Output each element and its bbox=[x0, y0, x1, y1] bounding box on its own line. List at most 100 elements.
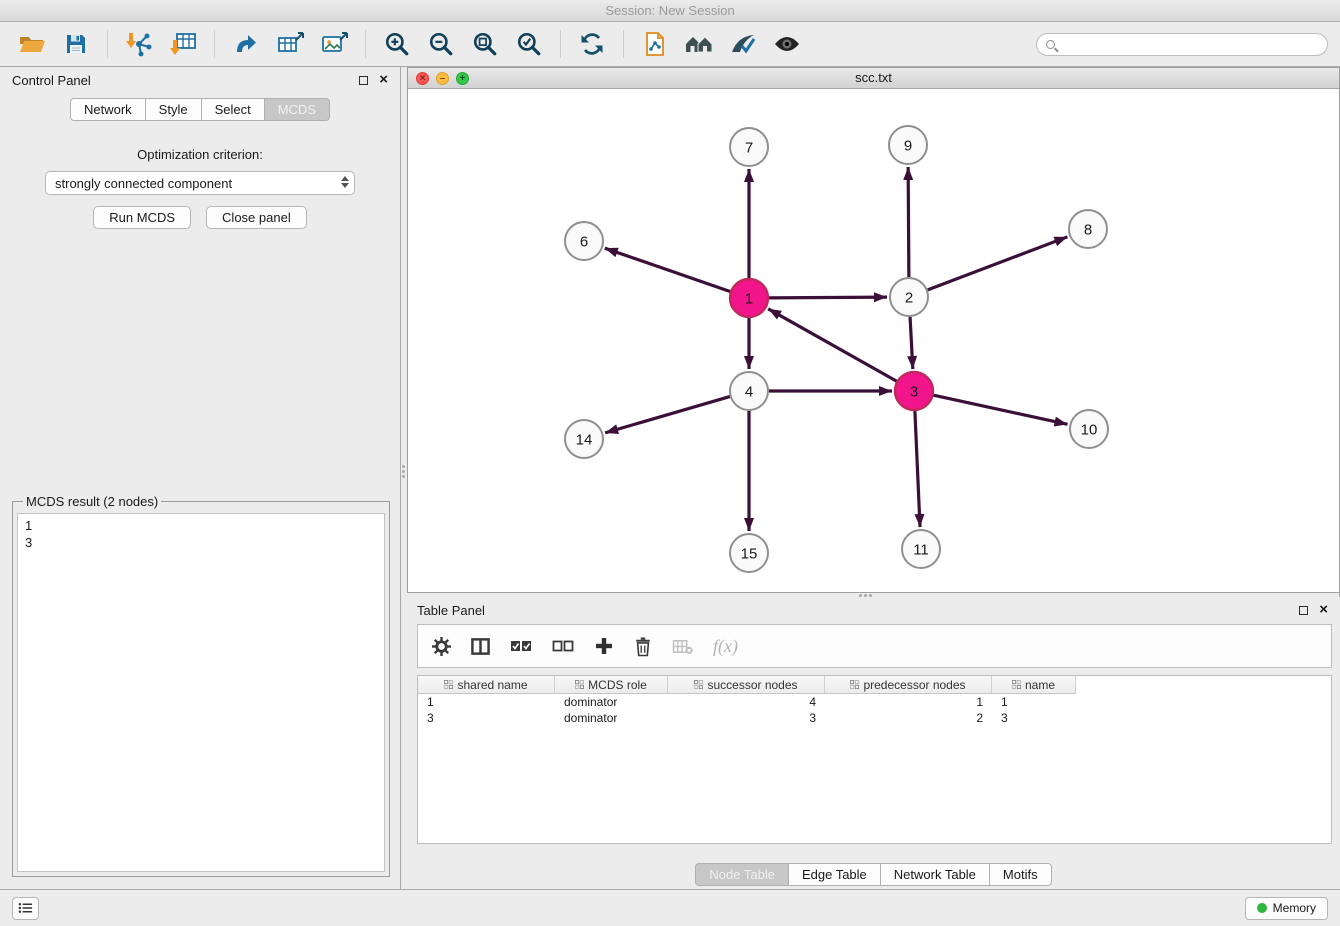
column-header-label: successor nodes bbox=[707, 678, 797, 692]
show-hide-button[interactable] bbox=[767, 26, 807, 62]
optimization-criterion-value: strongly connected component bbox=[55, 176, 232, 191]
svg-text:8: 8 bbox=[1084, 221, 1092, 238]
table-tab-edge-table[interactable]: Edge Table bbox=[789, 863, 881, 886]
graph-node-7[interactable]: 7 bbox=[730, 128, 768, 166]
open-folder-icon bbox=[18, 32, 46, 56]
minimize-window-button[interactable]: – bbox=[436, 72, 449, 85]
control-panel-tabs: NetworkStyleSelectMCDS bbox=[0, 98, 400, 121]
unselect-all-columns-button[interactable] bbox=[552, 639, 574, 653]
graph-node-2[interactable]: 2 bbox=[890, 278, 928, 316]
table-tab-node-table[interactable]: Node Table bbox=[695, 863, 789, 886]
zoom-selected-button[interactable] bbox=[509, 26, 549, 62]
import-network-button[interactable] bbox=[119, 26, 159, 62]
export-table-button[interactable] bbox=[270, 26, 310, 62]
column-attribute-icon bbox=[575, 680, 584, 689]
gear-icon bbox=[432, 637, 451, 656]
optimization-criterion-select[interactable]: strongly connected component bbox=[45, 171, 355, 195]
table-settings-button[interactable] bbox=[432, 637, 451, 656]
table-row[interactable]: 3dominator323 bbox=[418, 710, 1331, 726]
graph-edge-4-14[interactable] bbox=[605, 397, 730, 433]
network-window-title: scc.txt bbox=[855, 70, 892, 85]
import-table-icon bbox=[169, 31, 197, 57]
column-header-predecessor-nodes[interactable]: predecessor nodes bbox=[825, 676, 992, 694]
svg-text:9: 9 bbox=[904, 137, 912, 154]
graph-node-6[interactable]: 6 bbox=[565, 222, 603, 260]
graph-edge-3-10[interactable] bbox=[934, 395, 1068, 424]
graph-edge-3-11[interactable] bbox=[915, 411, 920, 527]
mcds-result-list[interactable]: 13 bbox=[17, 513, 385, 872]
delete-column-button[interactable] bbox=[672, 638, 693, 655]
graph-node-3[interactable]: 3 bbox=[895, 372, 933, 410]
search-box[interactable] bbox=[1036, 33, 1328, 56]
open-session-button[interactable] bbox=[12, 26, 52, 62]
column-header-name[interactable]: name bbox=[992, 676, 1076, 694]
table-header-row: shared nameMCDS role successor nodes prede… bbox=[418, 676, 1331, 694]
table-row[interactable]: 1dominator411 bbox=[418, 694, 1331, 710]
function-builder-button[interactable]: f(x) bbox=[713, 636, 738, 657]
close-panel-icon[interactable]: × bbox=[379, 75, 388, 85]
delete-rows-button[interactable] bbox=[634, 636, 652, 657]
column-attribute-icon bbox=[1012, 680, 1021, 689]
run-mcds-button[interactable]: Run MCDS bbox=[93, 206, 191, 229]
column-header-shared-name[interactable]: shared name bbox=[418, 676, 555, 694]
toolbar-separator bbox=[365, 30, 366, 58]
create-column-button[interactable] bbox=[594, 636, 614, 656]
close-panel-button[interactable]: Close panel bbox=[206, 206, 307, 229]
graph-edge-2-3[interactable] bbox=[910, 317, 913, 369]
control-tab-network[interactable]: Network bbox=[70, 98, 146, 121]
node-table: shared nameMCDS role successor nodes prede… bbox=[417, 675, 1332, 844]
close-panel-icon[interactable]: × bbox=[1319, 605, 1328, 615]
graph-node-8[interactable]: 8 bbox=[1069, 210, 1107, 248]
export-network-button[interactable] bbox=[226, 26, 266, 62]
graph-edge-1-6[interactable] bbox=[605, 248, 730, 291]
export-image-button[interactable] bbox=[314, 26, 354, 62]
float-panel-icon[interactable] bbox=[359, 76, 368, 85]
control-tab-style[interactable]: Style bbox=[146, 98, 202, 121]
network-from-document-button[interactable] bbox=[635, 26, 675, 62]
column-attribute-icon bbox=[850, 680, 859, 689]
network-canvas[interactable]: 7 9 6 8 1 2 4 3 14 10 15 11 bbox=[408, 89, 1339, 592]
select-all-columns-button[interactable] bbox=[510, 639, 532, 653]
home-button[interactable] bbox=[679, 26, 719, 62]
zoom-window-button[interactable]: + bbox=[456, 72, 469, 85]
zoom-fit-button[interactable] bbox=[465, 26, 505, 62]
refresh-button[interactable] bbox=[572, 26, 612, 62]
close-window-button[interactable]: × bbox=[416, 72, 429, 85]
graph-node-10[interactable]: 10 bbox=[1070, 410, 1108, 448]
column-header-successor-nodes[interactable]: successor nodes bbox=[668, 676, 825, 694]
save-session-button[interactable] bbox=[56, 26, 96, 62]
show-columns-button[interactable] bbox=[471, 637, 490, 656]
zoom-in-button[interactable] bbox=[377, 26, 417, 62]
dropdown-arrows-icon bbox=[341, 176, 349, 188]
control-tab-select[interactable]: Select bbox=[202, 98, 265, 121]
table-tab-network-table[interactable]: Network Table bbox=[881, 863, 990, 886]
fx-icon: f(x) bbox=[713, 636, 738, 657]
zoom-out-button[interactable] bbox=[421, 26, 461, 62]
graph-edge-2-8[interactable] bbox=[928, 237, 1068, 290]
graph-edge-3-1[interactable] bbox=[768, 309, 896, 381]
export-image-icon bbox=[320, 31, 348, 57]
memory-button[interactable]: Memory bbox=[1245, 897, 1328, 920]
annotate-button[interactable] bbox=[723, 26, 763, 62]
graph-edge-1-2[interactable] bbox=[769, 297, 887, 298]
table-cell: 1 bbox=[418, 694, 555, 710]
panel-menu-button[interactable] bbox=[12, 897, 39, 920]
search-input[interactable] bbox=[1061, 37, 1318, 51]
column-attribute-icon bbox=[694, 680, 703, 689]
graph-node-15[interactable]: 15 bbox=[730, 534, 768, 572]
table-cell: dominator bbox=[555, 694, 668, 710]
graph-node-4[interactable]: 4 bbox=[730, 372, 768, 410]
control-tab-mcds[interactable]: MCDS bbox=[265, 98, 330, 121]
import-table-button[interactable] bbox=[163, 26, 203, 62]
graph-node-11[interactable]: 11 bbox=[902, 530, 940, 568]
graph-node-9[interactable]: 9 bbox=[889, 126, 927, 164]
delete-column-icon bbox=[672, 638, 693, 655]
homes-icon bbox=[684, 32, 714, 56]
table-tab-motifs[interactable]: Motifs bbox=[990, 863, 1052, 886]
float-panel-icon[interactable] bbox=[1299, 606, 1308, 615]
column-header-mcds-role[interactable]: MCDS role bbox=[555, 676, 668, 694]
graph-edge-2-9[interactable] bbox=[908, 167, 909, 277]
table-cell: 1 bbox=[992, 694, 1076, 710]
graph-node-1[interactable]: 1 bbox=[730, 279, 768, 317]
graph-node-14[interactable]: 14 bbox=[565, 420, 603, 458]
